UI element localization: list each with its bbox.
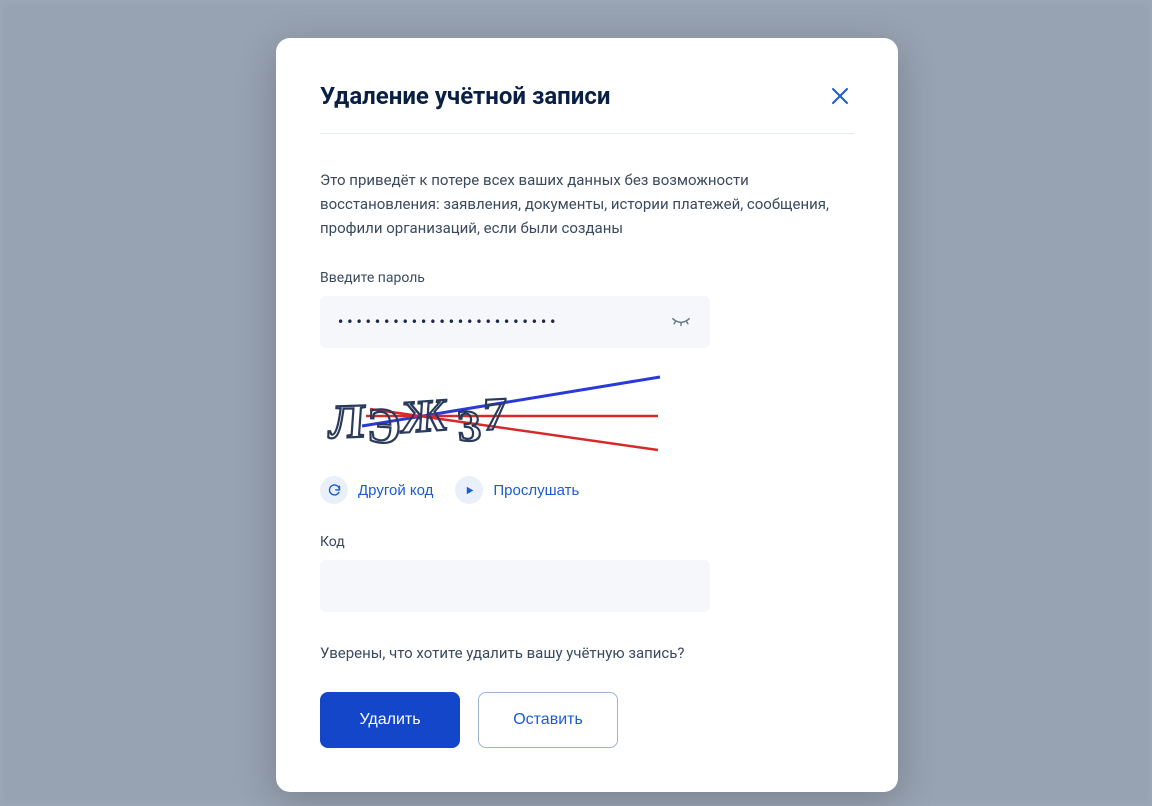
password-field-wrap (320, 296, 710, 348)
modal-title: Удаление учётной записи (320, 82, 610, 110)
toggle-password-visibility-button[interactable] (666, 306, 696, 339)
captcha-actions: Другой код Прослушать (320, 476, 854, 504)
close-icon (830, 86, 850, 106)
svg-text:Э: Э (366, 397, 401, 455)
listen-captcha-label: Прослушать (493, 482, 579, 499)
eye-closed-icon (670, 310, 692, 332)
listen-captcha-button[interactable]: Прослушать (455, 476, 579, 504)
svg-text:Л: Л (327, 395, 367, 449)
close-button[interactable] (826, 82, 854, 113)
play-icon (455, 476, 483, 504)
password-input[interactable] (320, 296, 710, 348)
captcha-image: Л Э Ж З 7 (320, 372, 666, 458)
delete-button[interactable]: Удалить (320, 692, 460, 748)
delete-account-modal: Удаление учётной записи Это приведёт к п… (276, 38, 898, 792)
keep-button[interactable]: Оставить (478, 692, 618, 748)
svg-text:Ж: Ж (400, 389, 450, 443)
svg-text:З: З (456, 401, 483, 451)
refresh-captcha-button[interactable]: Другой код (320, 476, 433, 504)
password-label: Введите пароль (320, 270, 854, 286)
modal-description: Это приведёт к потере всех ваших данных … (320, 168, 854, 240)
code-label: Код (320, 534, 854, 550)
modal-header: Удаление учётной записи (320, 82, 854, 134)
code-field-wrap (320, 560, 710, 612)
confirm-question: Уверены, что хотите удалить вашу учётную… (320, 644, 854, 662)
refresh-captcha-label: Другой код (358, 482, 433, 499)
refresh-icon (320, 476, 348, 504)
action-buttons: Удалить Оставить (320, 692, 854, 748)
code-input[interactable] (320, 560, 710, 612)
svg-text:7: 7 (482, 388, 507, 440)
